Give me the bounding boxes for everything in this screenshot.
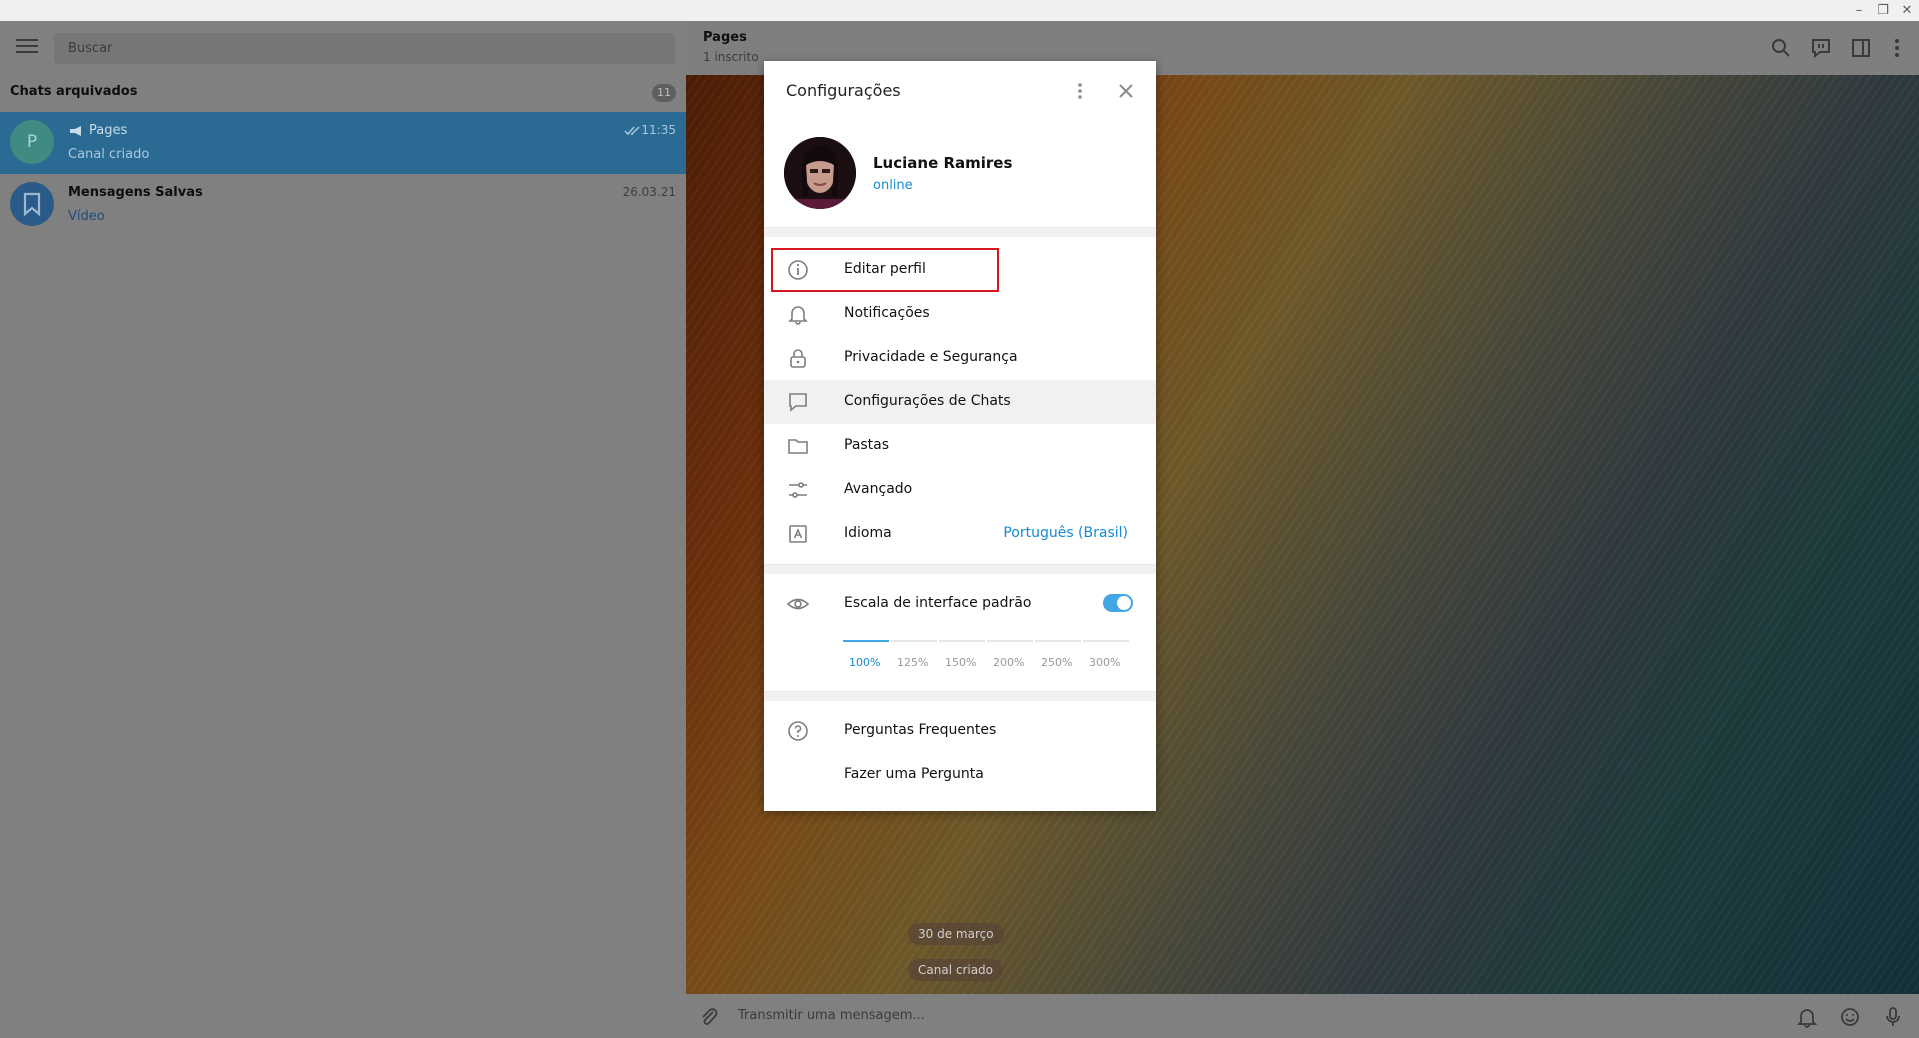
close-icon[interactable] <box>1116 81 1136 101</box>
menu-item-label: Pastas <box>844 437 890 453</box>
message-input[interactable]: Transmitir uma mensagem... <box>738 1008 925 1023</box>
profile-avatar[interactable] <box>784 137 856 209</box>
menu-item-notifications[interactable]: Notificações <box>764 292 1156 336</box>
chat-subtitle: 1 inscrito <box>703 50 759 64</box>
lock-icon <box>790 349 806 368</box>
menu-item-label: Configurações de Chats <box>844 393 1011 409</box>
menu-item-language[interactable]: Idioma Português (Brasil) <box>764 512 1156 556</box>
interface-scale-toggle[interactable] <box>1103 594 1133 612</box>
scale-option-200[interactable]: 200% <box>993 656 1024 669</box>
discussion-icon[interactable] <box>1810 37 1832 59</box>
question-icon <box>788 721 808 741</box>
profile-photo <box>784 137 856 209</box>
dialog-title: Configurações <box>786 81 901 100</box>
menu-item-faq[interactable]: Perguntas Frequentes <box>764 709 1156 753</box>
close-window-button[interactable]: ✕ <box>1896 0 1918 21</box>
emoji-icon[interactable] <box>1839 1006 1861 1028</box>
scale-segment[interactable] <box>1035 640 1081 642</box>
bookmark-icon <box>23 192 41 217</box>
chat-bubble-icon <box>789 393 807 412</box>
toggle-knob <box>1117 596 1131 610</box>
megaphone-icon <box>70 126 81 136</box>
interface-scale-row[interactable]: Escala de interface padrão <box>764 582 1156 626</box>
bell-icon[interactable] <box>1796 1006 1818 1028</box>
scale-segment[interactable] <box>1083 640 1129 642</box>
sliders-icon <box>789 482 807 498</box>
eye-icon <box>786 598 810 610</box>
folder-icon <box>788 439 808 454</box>
menu-item-advanced[interactable]: Avançado <box>764 468 1156 512</box>
scale-option-300[interactable]: 300% <box>1089 656 1120 669</box>
divider <box>764 691 1156 701</box>
menu-item-label: Fazer uma Pergunta <box>844 766 984 782</box>
chat-time: 11:35 <box>641 123 676 137</box>
archived-chats-title[interactable]: Chats arquivados <box>10 84 137 99</box>
search-icon[interactable] <box>1770 37 1792 59</box>
archived-count-badge: 11 <box>652 84 676 102</box>
profile-name: Luciane Ramires <box>873 154 1013 172</box>
chat-name: Pages <box>89 123 128 138</box>
service-date: 30 de março <box>908 923 1004 945</box>
scale-segment[interactable] <box>843 640 889 642</box>
menu-item-ask-question[interactable]: Fazer uma Pergunta <box>764 753 1156 797</box>
chat-preview: Vídeo <box>68 209 105 224</box>
avatar <box>10 182 54 226</box>
highlight-annotation <box>771 248 999 292</box>
menu-item-label: Privacidade e Segurança <box>844 349 1018 365</box>
chat-preview: Canal criado <box>68 147 150 162</box>
scale-option-100[interactable]: 100% <box>849 656 880 669</box>
scale-option-125[interactable]: 125% <box>897 656 928 669</box>
menu-item-label: Idioma <box>844 525 892 541</box>
chat-name: Mensagens Salvas <box>68 185 203 200</box>
chat-title[interactable]: Pages <box>703 30 747 45</box>
interface-scale-label: Escala de interface padrão <box>844 595 1032 611</box>
scale-segment[interactable] <box>987 640 1033 642</box>
scale-segment[interactable] <box>939 640 985 642</box>
more-vertical-icon[interactable] <box>1074 81 1086 101</box>
scale-segment[interactable] <box>891 640 937 642</box>
profile-status: online <box>873 178 913 193</box>
chat-list-panel: Buscar Chats arquivados 11 P Pages 11:35… <box>0 21 686 1038</box>
more-vertical-icon[interactable] <box>1886 37 1908 59</box>
search-input[interactable]: Buscar <box>54 33 675 64</box>
avatar: P <box>10 120 54 164</box>
language-value: Português (Brasil) <box>1003 525 1128 541</box>
settings-dialog: Configurações Luciane Ramires online Edi… <box>764 61 1156 811</box>
hamburger-menu-icon[interactable] <box>16 39 38 55</box>
restore-button[interactable]: ❐ <box>1872 0 1894 21</box>
window-titlebar: – ❐ ✕ <box>0 0 1919 21</box>
chat-row-saved-messages[interactable]: Mensagens Salvas 26.03.21 Vídeo <box>0 174 686 236</box>
bell-icon <box>788 306 808 325</box>
minimize-button[interactable]: – <box>1848 0 1870 21</box>
chat-time: 26.03.21 <box>622 185 676 199</box>
menu-item-label: Avançado <box>844 481 913 497</box>
menu-item-label: Notificações <box>844 305 930 321</box>
message-composer: Transmitir uma mensagem... <box>686 994 1919 1038</box>
divider <box>764 227 1156 237</box>
service-message: Canal criado <box>908 959 1004 981</box>
menu-item-privacy[interactable]: Privacidade e Segurança <box>764 336 1156 380</box>
scale-option-150[interactable]: 150% <box>945 656 976 669</box>
sidebar-toggle-icon[interactable] <box>1850 37 1872 59</box>
menu-item-chat-settings[interactable]: Configurações de Chats <box>764 380 1156 424</box>
attach-icon[interactable] <box>698 1006 720 1028</box>
double-check-icon <box>624 126 640 136</box>
menu-item-folders[interactable]: Pastas <box>764 424 1156 468</box>
microphone-icon[interactable] <box>1882 1006 1904 1028</box>
chat-row-pages[interactable]: P Pages 11:35 Canal criado <box>0 112 686 174</box>
scale-option-250[interactable]: 250% <box>1041 656 1072 669</box>
language-icon <box>789 525 807 543</box>
divider <box>764 564 1156 574</box>
menu-item-label: Perguntas Frequentes <box>844 722 997 738</box>
